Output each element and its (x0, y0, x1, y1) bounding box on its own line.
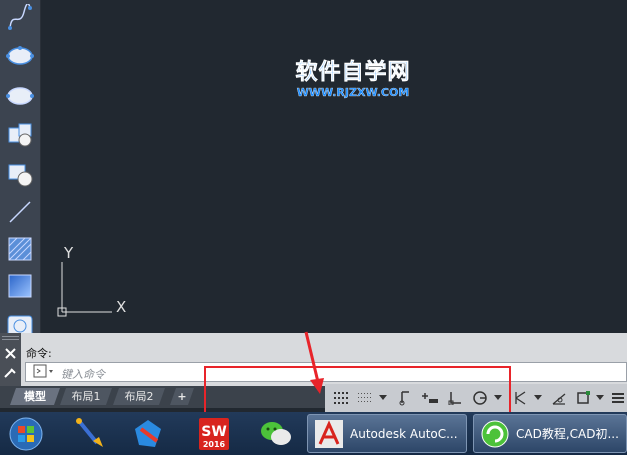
gradient-icon[interactable] (4, 270, 36, 302)
point-icon[interactable] (4, 196, 36, 228)
command-placeholder: 键入命令 (61, 368, 105, 381)
ucs-icon: Y X (50, 240, 140, 329)
hatch-icon[interactable] (4, 233, 36, 265)
3d-app-icon[interactable] (128, 412, 168, 455)
tab-layout2[interactable]: 布局2 (113, 388, 165, 405)
ellipse-arc-icon[interactable] (4, 80, 36, 112)
ellipse-icon[interactable] (4, 40, 36, 72)
start-button-icon[interactable] (4, 412, 48, 455)
pin-app-icon[interactable] (70, 412, 110, 455)
spline-icon[interactable] (4, 2, 36, 34)
taskbar-autocad-window[interactable]: Autodesk AutoC... (307, 414, 467, 453)
isodraft-dropdown-icon[interactable] (532, 388, 544, 408)
taskbar-browser-label: CAD教程,CAD初... (516, 427, 619, 441)
isodraft-icon[interactable] (510, 388, 532, 408)
wechat-icon[interactable] (254, 412, 298, 455)
taskbar-browser-window[interactable]: CAD教程,CAD初... (473, 414, 627, 453)
solidworks-year: 2016 (203, 440, 226, 449)
watermark-url: WWW.RJZXW.COM (296, 86, 410, 99)
make-block-icon[interactable] (4, 158, 36, 190)
osnap-dropdown-icon[interactable] (594, 388, 606, 408)
draw-tool-palette (0, 0, 41, 335)
object-snap-icon[interactable] (572, 388, 594, 408)
command-prompt-icon[interactable] (33, 363, 57, 382)
tab-layout1[interactable]: 布局1 (60, 388, 112, 405)
tab-model[interactable]: 模型 (10, 388, 60, 405)
ucs-x-label: X (116, 298, 126, 316)
solidworks-label: SW (201, 424, 227, 440)
browser-icon (481, 420, 509, 447)
insert-block-icon[interactable] (4, 119, 36, 151)
command-line-handle[interactable] (0, 333, 21, 386)
command-label: 命令: (26, 347, 52, 360)
watermark-logo: 软件自学网 WWW.RJZXW.COM (278, 60, 428, 100)
ucs-y-label: Y (63, 244, 74, 262)
autocad-icon (315, 419, 343, 448)
object-snap-tracking-icon[interactable] (548, 388, 570, 408)
taskbar-autocad-label: Autodesk AutoC... (350, 426, 458, 441)
lineweight-icon[interactable] (608, 388, 627, 408)
solidworks-icon[interactable]: SW 2016 (194, 412, 234, 455)
watermark-title: 软件自学网 (295, 60, 411, 86)
annotation-arrow-icon (304, 331, 324, 394)
